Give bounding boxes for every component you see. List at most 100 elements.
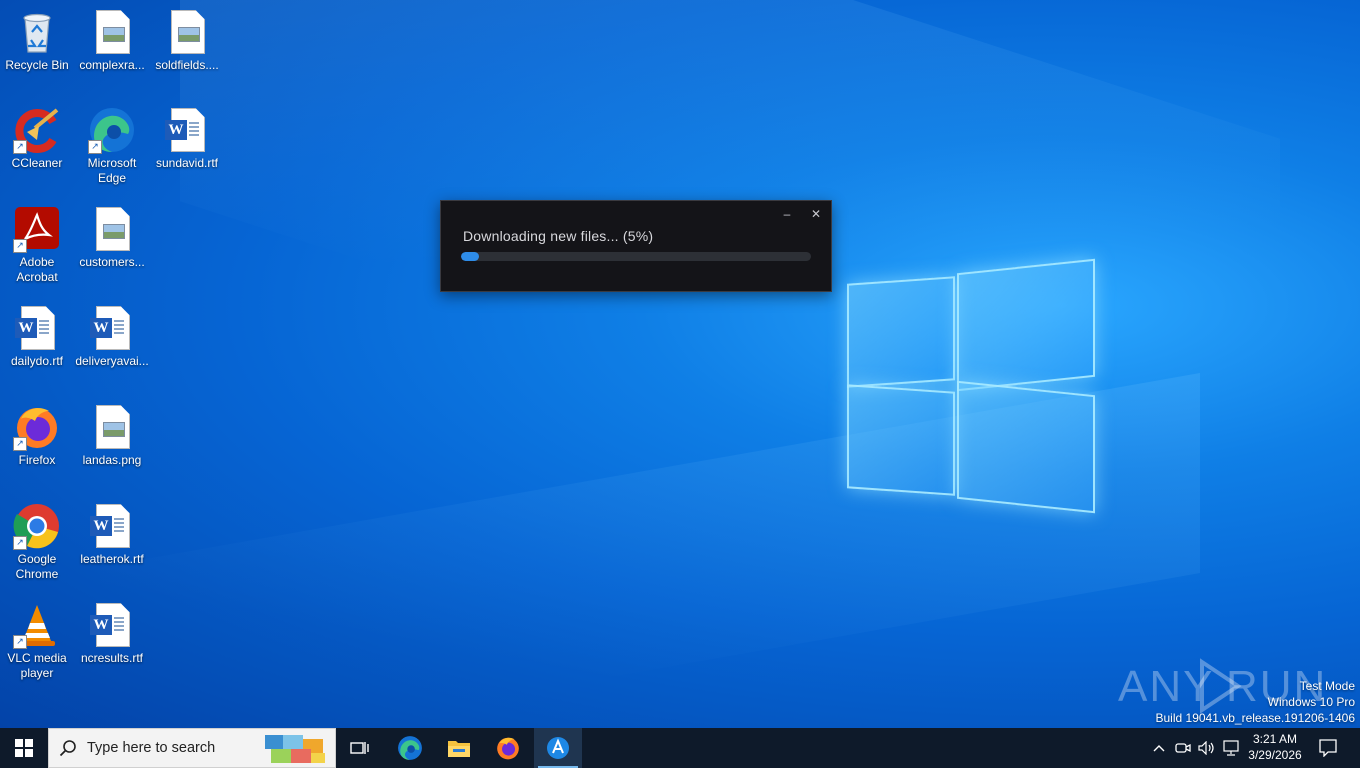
edge-icon: ↗ [88,106,136,154]
shortcut-arrow-icon: ↗ [13,437,27,451]
taskbar-search-box[interactable]: Type here to search [48,728,336,768]
desktop-icon-label: Recycle Bin [5,58,69,72]
network-button[interactable] [1220,728,1242,768]
taskbar-firefox-button[interactable] [484,728,532,768]
action-center-button[interactable] [1312,728,1344,768]
progress-bar-fill [461,252,479,261]
word-doc-icon: W [88,601,136,649]
desktop-icon-recycle-bin[interactable]: Recycle Bin [0,8,74,73]
image-file-icon [88,205,136,253]
taskbar-edge-button[interactable] [386,728,434,768]
chrome-icon: ↗ [13,502,61,550]
edge-icon [398,736,422,760]
shortcut-arrow-icon: ↗ [13,536,27,550]
word-badge: W [15,318,37,338]
windows-wallpaper-logo [845,258,1095,514]
desktop-icon-customers[interactable]: customers... [75,205,149,270]
volume-button[interactable] [1196,728,1218,768]
logo-pane [957,380,1095,514]
picture-thumbnail [103,27,125,42]
firefox-icon: ↗ [13,403,61,451]
task-view-icon [350,742,369,754]
desktop-icon-deliveryavai[interactable]: W deliveryavai... [75,304,149,369]
desktop-icon-microsoft-edge[interactable]: ↗ Microsoft Edge [75,106,149,186]
desktop-icon-dailydo[interactable]: W dailydo.rtf [0,304,74,369]
doc-lines [114,617,124,631]
ccleaner-icon: ↗ [13,106,61,154]
desktop-icon-label: Adobe Acrobat [16,255,58,284]
firefox-icon [497,737,519,760]
image-file-icon [163,8,211,56]
desktop-icon-label: Google Chrome [15,552,59,581]
taskbar-file-explorer-button[interactable] [435,728,483,768]
search-placeholder: Type here to search [87,740,216,756]
image-file-icon [88,403,136,451]
meet-now-button[interactable] [1172,728,1194,768]
logo-pane [847,384,955,496]
vlc-icon: ↗ [13,601,61,649]
desktop-icon-label: customers... [79,255,145,269]
desktop-icon-label: ncresults.rtf [80,651,143,665]
shortcut-arrow-icon: ↗ [88,140,102,154]
windows-edition-text: Windows 10 Pro [1267,695,1355,709]
taskbar-active-app-button[interactable] [534,728,582,768]
file-page [96,10,130,54]
desktop-icon-label: dailydo.rtf [10,354,64,368]
desktop-icon-label: VLC media player [7,651,67,680]
desktop-icon-ccleaner[interactable]: ↗ CCleaner [0,106,74,171]
search-icon [49,739,87,757]
notification-icon [1319,739,1337,757]
desktop-icon-label: Firefox [18,453,56,467]
task-view-button[interactable] [336,728,384,768]
test-mode-text: Test Mode [1299,679,1355,693]
shortcut-arrow-icon: ↗ [13,239,27,253]
desktop-icon-label: complexra... [79,58,145,72]
acrobat-icon: ↗ [13,205,61,253]
doc-lines [114,320,124,334]
shortcut-arrow-icon: ↗ [13,140,27,154]
desktop-icon-complexra[interactable]: complexra... [75,8,149,73]
download-progress-dialog: – ✕ Downloading new files... (5%) [440,200,832,292]
progress-bar [461,252,811,261]
word-badge: W [90,318,112,338]
desktop-icon-firefox[interactable]: ↗ Firefox [0,403,74,468]
desktop-icon-soldfields[interactable]: soldfields.... [150,8,224,73]
shortcut-arrow-icon: ↗ [13,635,27,649]
minimize-button[interactable]: – [774,205,800,223]
download-status-text: Downloading new files... (5%) [463,228,654,244]
recycle-bin-icon [13,8,61,56]
word-badge: W [165,120,187,140]
clock-time: 3:21 AM [1252,732,1298,746]
file-page [96,405,130,449]
desktop-icon-label: leatherok.rtf [80,552,144,566]
desktop-icon-ncresults[interactable]: W ncresults.rtf [75,601,149,666]
file-page [96,207,130,251]
logo-pane [957,258,1095,392]
desktop-icon-label: CCleaner [11,156,63,170]
word-doc-icon: W [13,304,61,352]
search-highlight-puzzle-icon [265,735,325,763]
word-badge: W [90,615,112,635]
word-doc-icon: W [88,502,136,550]
windows-start-icon [15,739,33,757]
desktop-icon-label: deliveryavai... [75,354,149,368]
word-doc-icon: W [163,106,211,154]
image-file-icon [88,8,136,56]
desktop-icon-adobe-acrobat[interactable]: ↗ Adobe Acrobat [0,205,74,285]
desktop-icon-label: sundavid.rtf [155,156,219,170]
file-page [171,10,205,54]
desktop-icon-sundavid[interactable]: W sundavid.rtf [150,106,224,171]
start-button[interactable] [0,728,48,768]
picture-thumbnail [103,422,125,437]
desktop-icon-leatherok[interactable]: W leatherok.rtf [75,502,149,567]
desktop-icon-landas[interactable]: landas.png [75,403,149,468]
desktop-icon-google-chrome[interactable]: ↗ Google Chrome [0,502,74,582]
show-hidden-icons-button[interactable] [1148,728,1170,768]
taskbar-clock[interactable]: 3:21 AM 3/29/2026 [1243,731,1307,763]
taskbar: Type here to search 3:21 AM 3/29/2026 [0,728,1360,768]
camera-icon [1175,743,1191,753]
close-button[interactable]: ✕ [803,205,829,223]
picture-thumbnail [103,224,125,239]
desktop-icon-vlc-media-player[interactable]: ↗ VLC media player [0,601,74,681]
speaker-icon [1198,741,1214,755]
